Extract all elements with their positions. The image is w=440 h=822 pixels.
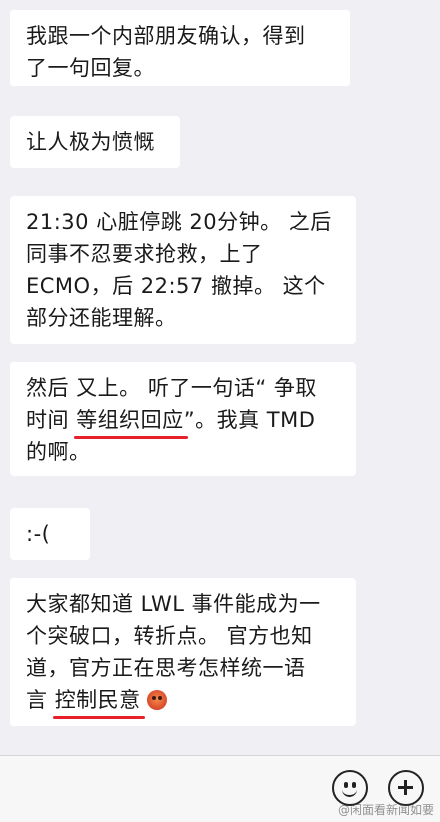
message-text: 21:30 心脏停跳 20分钟。 之后 xyxy=(26,210,332,234)
message-text: 道，官方正在思考怎样统一语 xyxy=(26,656,306,680)
watermark: @闲面看新闻如要 xyxy=(337,803,434,817)
chat-input-bar: @闲面看新闻如要 xyxy=(0,755,440,822)
message-text: :-( xyxy=(26,522,51,546)
highlighted-text: 控制民意 xyxy=(52,684,145,719)
message-text: 让人极为愤慨 xyxy=(26,130,155,154)
message-text: 时间 等组织回应”。我真 TMD xyxy=(26,404,340,439)
message-text: 大家都知道 LWL 事件能成为一 xyxy=(26,592,321,616)
message-text: 同事不忍要求抢救，上了 xyxy=(26,242,263,266)
message-text: 了一句回复。 xyxy=(26,56,155,80)
message-bubble: 然后 又上。 听了一句话“ 争取 时间 等组织回应”。我真 TMD 的啊。 xyxy=(10,362,356,476)
message-text: 的啊。 xyxy=(26,440,91,464)
message-text: 个突破口，转折点。 官方也知 xyxy=(26,624,313,648)
message-text: ECMO，后 22:57 撤掉。 这个 xyxy=(26,274,326,298)
message-text: 我跟一个内部朋友确认，得到 xyxy=(26,24,306,48)
angry-face-icon xyxy=(146,690,167,710)
message-bubble: 我跟一个内部朋友确认，得到 了一句回复。 xyxy=(10,10,350,86)
message-text: 时间 xyxy=(26,408,77,432)
message-bubble: :-( xyxy=(10,508,90,560)
message-text: 言 控制民意 xyxy=(26,684,340,719)
message-bubble: 让人极为愤慨 xyxy=(10,116,180,168)
chat-history: 我跟一个内部朋友确认，得到 了一句回复。 让人极为愤慨 21:30 心脏停跳 2… xyxy=(0,0,440,755)
plus-icon-stroke xyxy=(404,780,407,795)
message-bubble: 大家都知道 LWL 事件能成为一 个突破口，转折点。 官方也知 道，官方正在思考… xyxy=(10,578,356,726)
smiley-icon-mouth xyxy=(342,787,357,797)
message-text: 言 xyxy=(26,688,55,712)
message-bubble: 21:30 心脏停跳 20分钟。 之后 同事不忍要求抢救，上了 ECMO，后 2… xyxy=(10,196,356,344)
message-text: 部分还能理解。 xyxy=(26,306,177,330)
message-text: 然后 又上。 听了一句话“ 争取 xyxy=(26,376,317,400)
highlighted-text: 等组织回应 xyxy=(74,404,188,439)
message-text: ”。我真 TMD xyxy=(183,408,316,432)
